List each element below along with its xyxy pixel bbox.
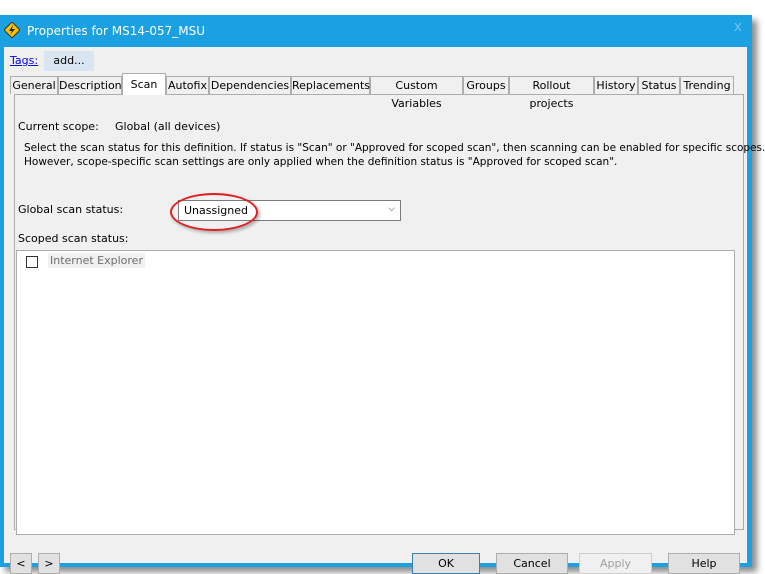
scope-item-label[interactable]: Internet Explorer (48, 253, 145, 268)
dialog-client: Tags: add... General Description Scan Au… (4, 47, 765, 574)
global-scan-status-value: Unassigned (184, 204, 248, 217)
tab-trending[interactable]: Trending (680, 76, 734, 94)
tab-autofix[interactable]: Autofix (166, 76, 209, 94)
tab-history[interactable]: History (594, 76, 638, 94)
chevron-down-icon: ⌵ (388, 204, 395, 214)
global-scan-status-select[interactable]: Unassigned ⌵ (178, 200, 401, 221)
scoped-scan-status-label: Scoped scan status: (18, 232, 129, 245)
apply-button[interactable]: Apply (579, 553, 652, 574)
app-lightning-icon (4, 22, 20, 38)
tab-status[interactable]: Status (638, 76, 680, 94)
cancel-button[interactable]: Cancel (496, 553, 568, 574)
tab-groups[interactable]: Groups (463, 76, 509, 94)
tab-replacements[interactable]: Replacements (291, 76, 370, 94)
tab-custom-variables[interactable]: Custom Variables (370, 76, 463, 110)
help-button[interactable]: Help (668, 553, 740, 574)
previous-button[interactable]: < (10, 553, 32, 574)
close-icon[interactable]: x (734, 19, 742, 35)
window-title: Properties for MS14-057_MSU (27, 24, 206, 38)
add-tag-button[interactable]: add... (44, 51, 94, 71)
tab-general[interactable]: General (10, 76, 58, 94)
tab-rollout-projects[interactable]: Rollout projects (509, 76, 594, 110)
scoped-scan-status-list[interactable]: Internet Explorer (16, 250, 735, 535)
properties-dialog: Properties for MS14-057_MSU x Tags: add.… (0, 15, 765, 574)
tab-description[interactable]: Description (58, 76, 122, 94)
tags-link[interactable]: Tags: (10, 54, 38, 67)
next-button[interactable]: > (38, 553, 60, 574)
scope-checkbox[interactable] (26, 256, 38, 268)
ok-button[interactable]: OK (412, 553, 480, 574)
global-scan-status-label: Global scan status: (18, 203, 124, 216)
tab-dependencies[interactable]: Dependencies (209, 76, 291, 94)
tab-scan[interactable]: Scan (122, 73, 166, 95)
